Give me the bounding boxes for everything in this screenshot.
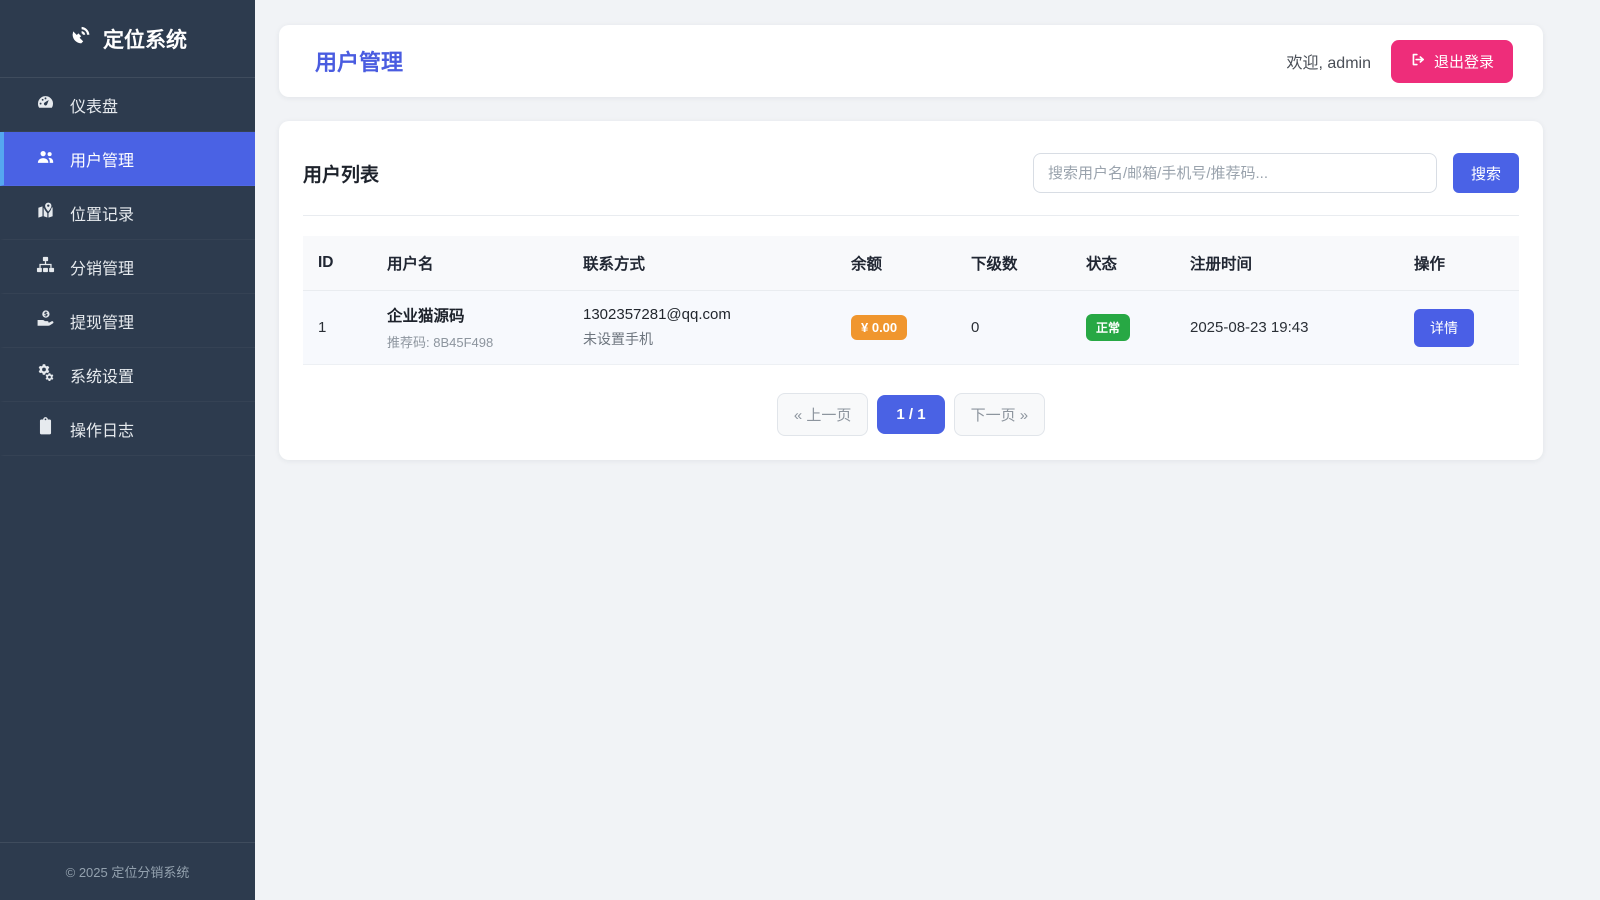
- divider: [303, 215, 1519, 216]
- email-text: 1302357281@qq.com: [583, 306, 822, 323]
- users-icon: [36, 147, 55, 171]
- balance-cell: ¥ 0.00: [836, 291, 956, 365]
- sidebar-item-label: 仪表盘: [70, 93, 118, 117]
- col-header-registered: 注册时间: [1175, 236, 1399, 291]
- list-title: 用户列表: [303, 160, 379, 187]
- col-header-status: 状态: [1071, 236, 1175, 291]
- sidebar-item-label: 提现管理: [70, 309, 134, 333]
- search-button[interactable]: 搜索: [1453, 153, 1519, 193]
- hand-holding-dollar-icon: [36, 309, 55, 333]
- status-cell: 正常: [1071, 291, 1175, 365]
- sidebar-item-label: 用户管理: [70, 147, 134, 171]
- sitemap-icon: [36, 255, 55, 279]
- col-header-id: ID: [303, 236, 372, 291]
- brand: 定位系统: [0, 0, 255, 78]
- contact-cell: 1302357281@qq.com 未设置手机: [568, 291, 836, 365]
- col-header-actions: 操作: [1399, 236, 1519, 291]
- logout-button[interactable]: 退出登录: [1391, 40, 1513, 83]
- sidebar-item-label: 系统设置: [70, 363, 134, 387]
- next-page-button[interactable]: 下一页 »: [954, 393, 1046, 436]
- clipboard-list-icon: [36, 417, 55, 441]
- sidebar-item-label: 位置记录: [70, 201, 134, 225]
- ref-code-text: 推荐码: 8B45F498: [387, 332, 554, 351]
- sidebar-copyright: © 2025 定位分销系统: [0, 842, 255, 900]
- top-header: 用户管理 欢迎, admin 退出登录: [279, 25, 1543, 97]
- username-cell: 企业猫源码 推荐码: 8B45F498: [372, 291, 568, 365]
- user-list-card: 用户列表 搜索 ID 用户名 联系方式 余额 下级数 状态 注册时间: [279, 121, 1543, 460]
- topbar-right: 欢迎, admin 退出登录: [1287, 40, 1514, 83]
- sidebar-item-label: 操作日志: [70, 417, 134, 441]
- col-header-subordinates: 下级数: [956, 236, 1071, 291]
- col-header-balance: 余额: [836, 236, 956, 291]
- search-input[interactable]: [1033, 153, 1437, 193]
- table-row: 1 企业猫源码 推荐码: 8B45F498 1302357281@qq.com …: [303, 291, 1519, 365]
- page-title: 用户管理: [315, 45, 403, 77]
- registered-cell: 2025-08-23 19:43: [1175, 291, 1399, 365]
- satellite-dish-icon: [68, 24, 92, 54]
- user-id-cell: 1: [303, 291, 372, 365]
- brand-title: 定位系统: [103, 24, 187, 54]
- welcome-text: 欢迎, admin: [1287, 49, 1371, 73]
- sign-out-icon: [1410, 52, 1425, 71]
- sidebar: 定位系统 仪表盘 用户管理 位置记录 分销管理: [0, 0, 255, 900]
- user-table: ID 用户名 联系方式 余额 下级数 状态 注册时间 操作 1 企业猫源码 推荐…: [303, 236, 1519, 365]
- sidebar-item-dashboard[interactable]: 仪表盘: [0, 78, 255, 132]
- sidebar-item-locations[interactable]: 位置记录: [0, 186, 255, 240]
- list-toolbar: 用户列表 搜索: [303, 145, 1519, 193]
- detail-button[interactable]: 详情: [1414, 309, 1474, 347]
- col-header-contact: 联系方式: [568, 236, 836, 291]
- pagination: « 上一页 1 / 1 下一页 »: [303, 393, 1519, 436]
- status-badge: 正常: [1086, 314, 1130, 341]
- phone-text: 未设置手机: [583, 329, 822, 349]
- sidebar-item-users[interactable]: 用户管理: [0, 132, 255, 186]
- map-marker-icon: [36, 201, 55, 225]
- prev-page-button[interactable]: « 上一页: [777, 393, 869, 436]
- sidebar-item-logs[interactable]: 操作日志: [0, 402, 255, 456]
- main-content: 用户管理 欢迎, admin 退出登录 用户列表 搜索: [255, 0, 1600, 900]
- sidebar-item-label: 分销管理: [70, 255, 134, 279]
- username-text: 企业猫源码: [387, 304, 554, 326]
- sidebar-nav: 仪表盘 用户管理 位置记录 分销管理 提现管理: [0, 78, 255, 456]
- sidebar-item-distribution[interactable]: 分销管理: [0, 240, 255, 294]
- logout-label: 退出登录: [1434, 51, 1494, 72]
- gauge-icon: [36, 93, 55, 117]
- col-header-username: 用户名: [372, 236, 568, 291]
- actions-cell: 详情: [1399, 291, 1519, 365]
- sidebar-item-settings[interactable]: 系统设置: [0, 348, 255, 402]
- current-page-button[interactable]: 1 / 1: [877, 395, 944, 434]
- subordinates-cell: 0: [956, 291, 1071, 365]
- search-box: 搜索: [1033, 153, 1519, 193]
- table-header-row: ID 用户名 联系方式 余额 下级数 状态 注册时间 操作: [303, 236, 1519, 291]
- balance-badge: ¥ 0.00: [851, 315, 907, 340]
- gears-icon: [36, 363, 55, 387]
- sidebar-item-withdrawals[interactable]: 提现管理: [0, 294, 255, 348]
